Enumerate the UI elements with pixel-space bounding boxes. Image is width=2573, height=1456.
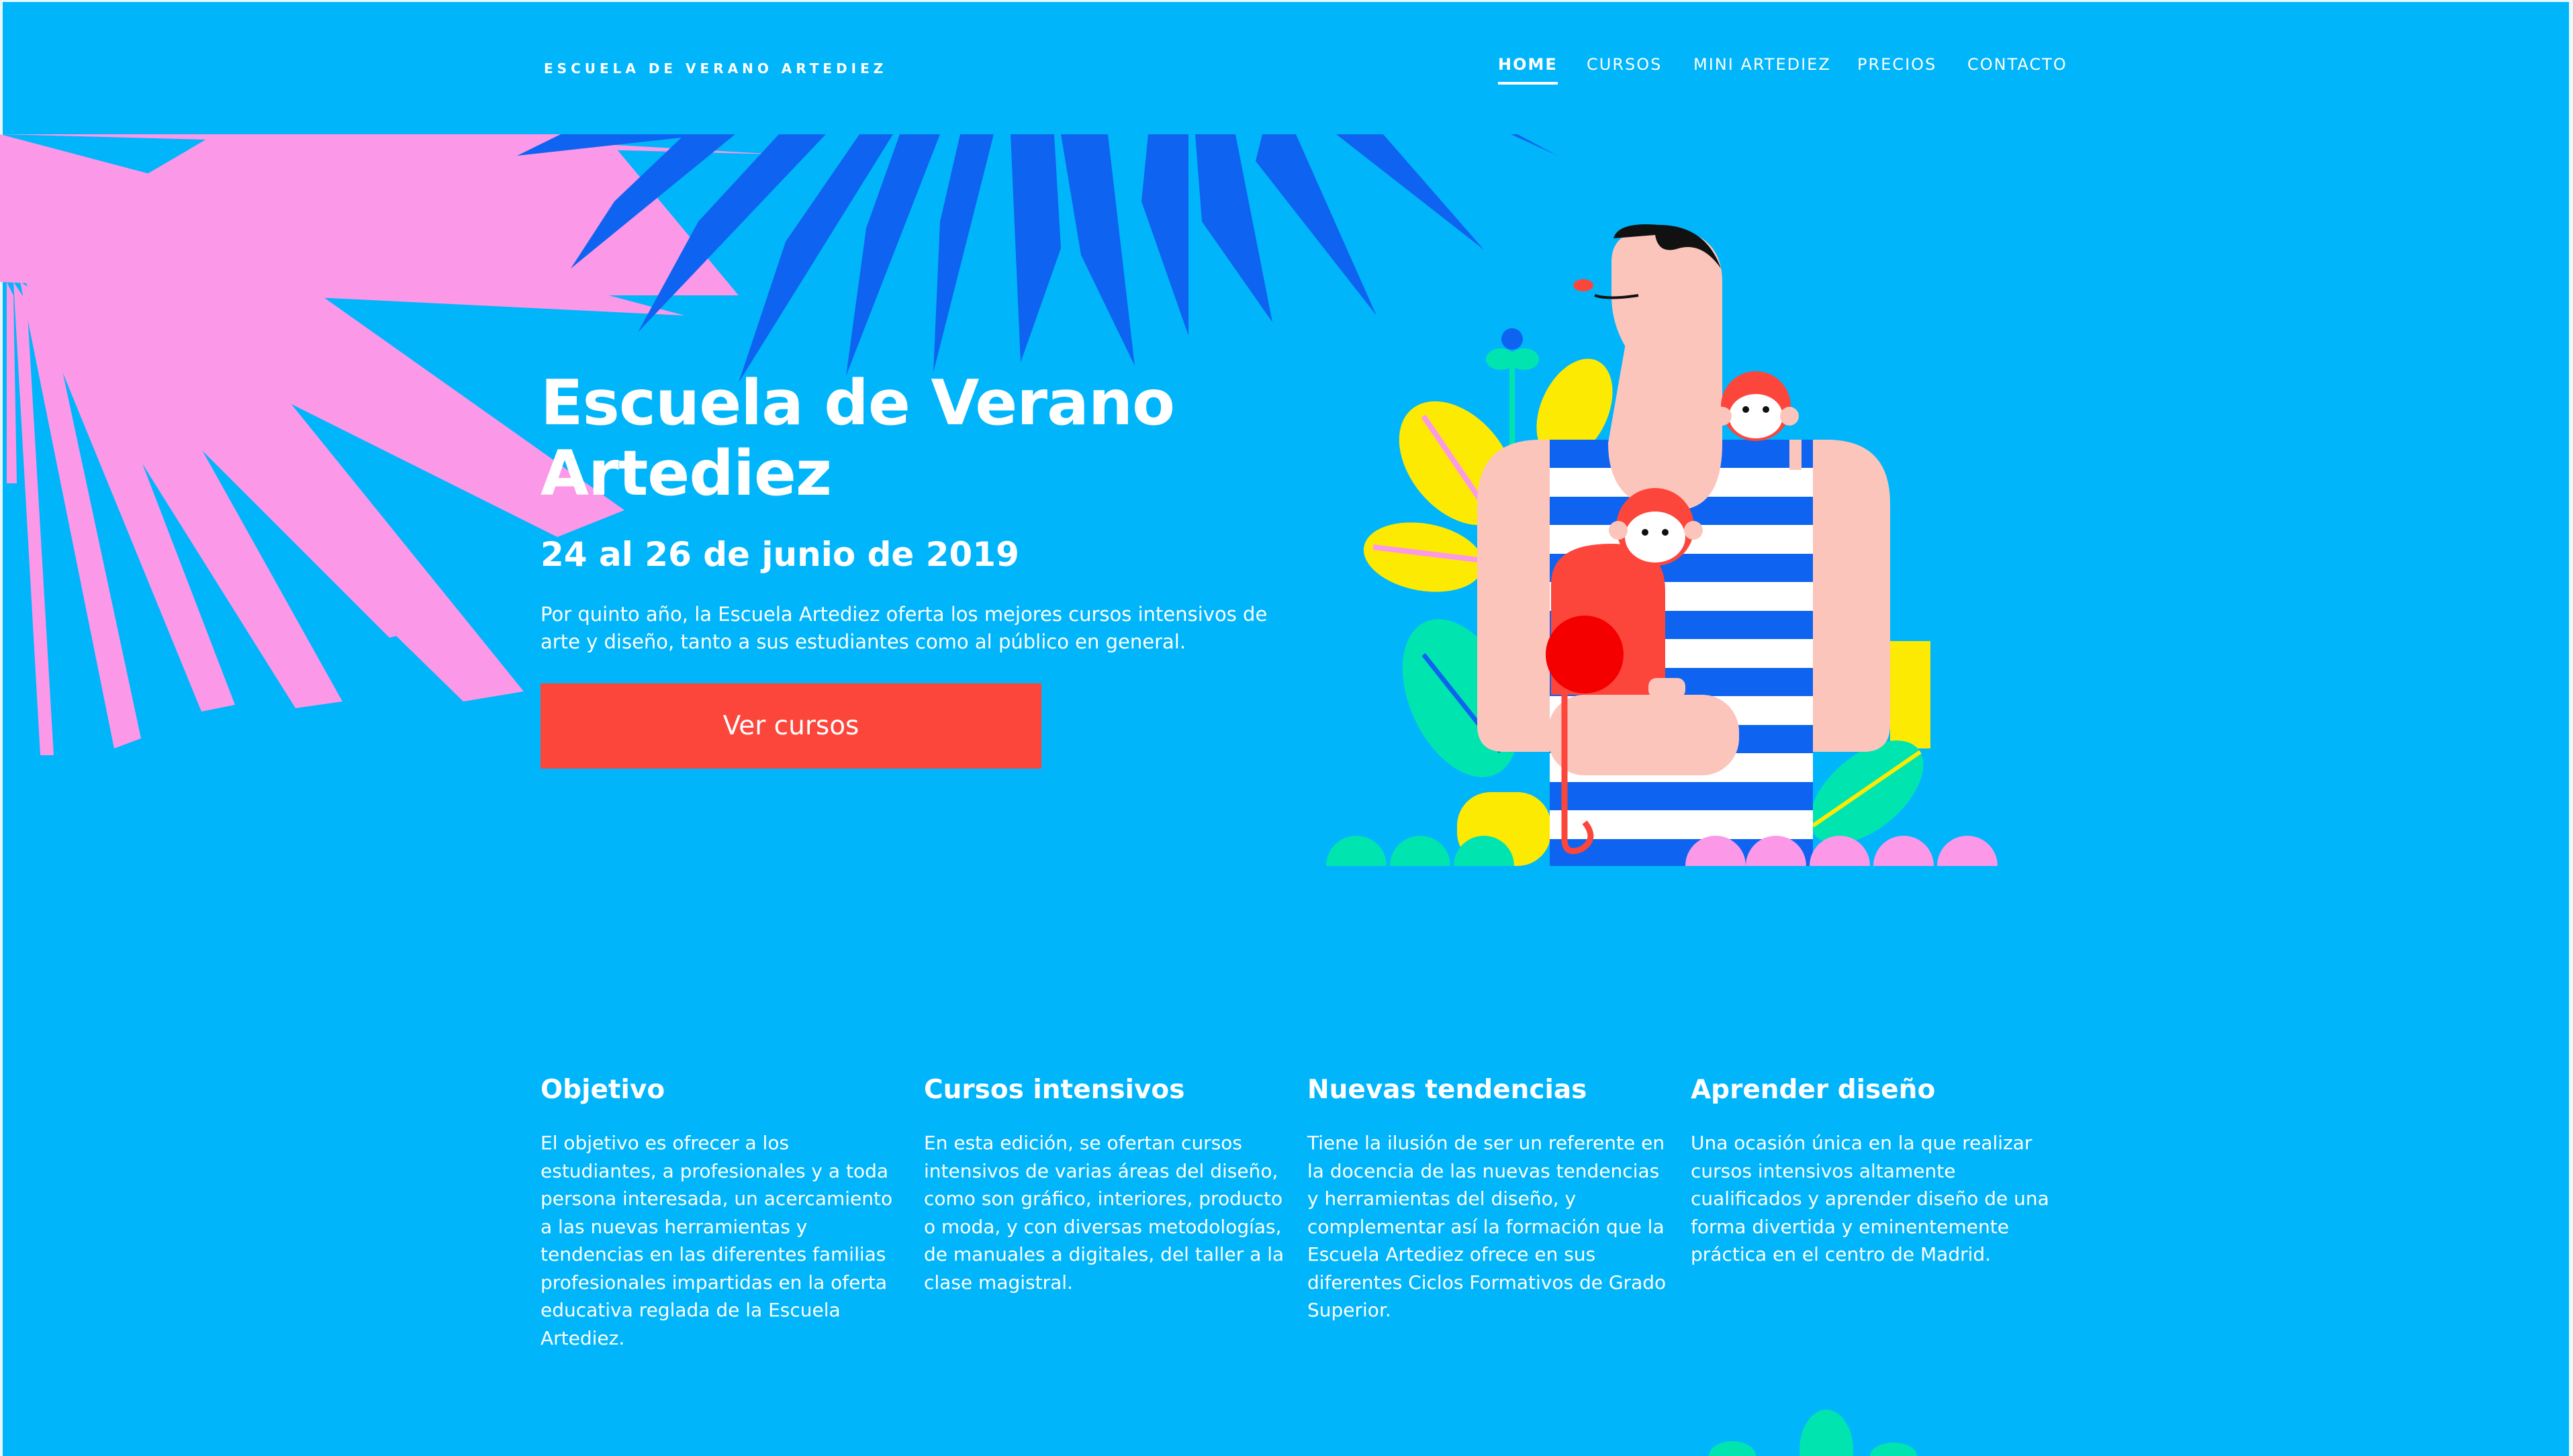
nav-contacto[interactable]: CONTACTO	[1967, 55, 2067, 74]
active-nav-indicator	[1498, 82, 1558, 85]
feature-title: Cursos intensivos	[924, 1075, 1185, 1105]
feature-objetivo: Objetivo El objetivo es ofrecer a los es…	[541, 1074, 903, 1352]
nav-mini-artediez[interactable]: MINI ARTEDIEZ	[1693, 55, 1831, 74]
feature-nuevas-tendencias: Nuevas tendencias Tiene la ilusión de se…	[1307, 1074, 1670, 1324]
feature-cursos-intensivos: Cursos intensivos En esta edición, se of…	[924, 1074, 1286, 1296]
feature-text: Una ocasión única en la que realizar cur…	[1691, 1132, 2049, 1265]
palm-leaves-decor	[0, 134, 1558, 755]
nav-home-label: HOME	[1498, 55, 1558, 74]
feature-title: Aprender diseño	[1691, 1075, 1936, 1105]
feature-title: Objetivo	[541, 1075, 665, 1105]
page: ESCUELA DE VERANO ARTEDIEZ HOME CURSOS M…	[0, 0, 2573, 1456]
nav-cursos[interactable]: CURSOS	[1587, 55, 1662, 74]
feature-text: En esta edición, se ofertan cursos inten…	[924, 1132, 1284, 1294]
ver-cursos-button[interactable]: Ver cursos	[541, 683, 1041, 769]
feature-aprender-diseno: Aprender diseño Una ocasión única en la …	[1691, 1074, 2053, 1269]
feature-text: El objetivo es ofrecer a los estudiantes…	[541, 1132, 893, 1349]
feature-text: Tiene la ilusión de ser un referente en …	[1307, 1132, 1667, 1321]
nav-home[interactable]: HOME	[1498, 55, 1558, 85]
man-arm	[1548, 695, 1739, 775]
man-with-monkeys-illustration	[1316, 224, 2014, 873]
man-nose	[1573, 279, 1593, 291]
site-logo[interactable]: ESCUELA DE VERANO ARTEDIEZ	[544, 60, 887, 77]
hero-date: 24 al 26 de junio de 2019	[541, 535, 1019, 574]
hero-intro: Por quinto año, la Escuela Artediez ofer…	[541, 603, 1268, 653]
hero-title: Escuela de Verano Artediez	[541, 367, 1175, 509]
feature-title: Nuevas tendencias	[1307, 1075, 1587, 1105]
ver-cursos-button-label: Ver cursos	[722, 711, 859, 741]
main-nav: HOME CURSOS MINI ARTEDIEZ PRECIOS CONTAC…	[1477, 55, 2108, 95]
nav-precios[interactable]: PRECIOS	[1857, 55, 1936, 74]
bottom-plant-icon	[1709, 1410, 1917, 1456]
